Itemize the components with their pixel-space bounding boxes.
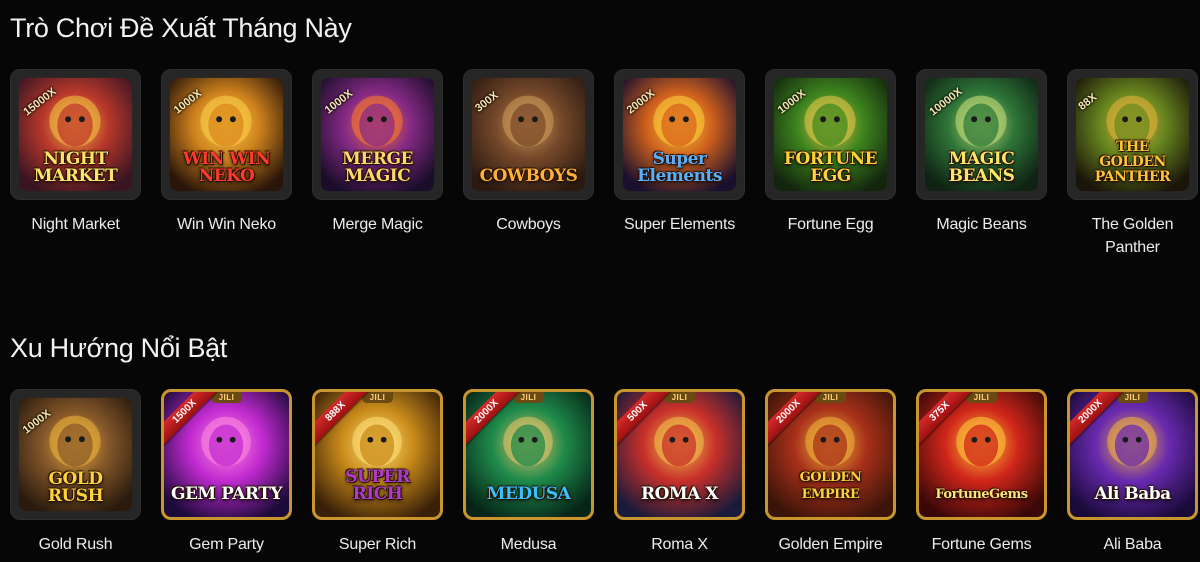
game-card-win-win-neko[interactable]: 1000X WIN WIN NEKO Win Win Neko xyxy=(161,69,292,259)
game-thumbnail[interactable]: JILI 2000X MEDUSA xyxy=(463,389,594,520)
game-thumbnail[interactable]: 1000X FORTUNE EGG xyxy=(765,69,896,200)
game-card-ali-baba[interactable]: JILI 2000X Ali Baba Ali Baba xyxy=(1067,389,1198,556)
game-title[interactable]: Win Win Neko xyxy=(161,213,292,236)
section-recommended: Trò Chơi Đề Xuất Tháng Này 15000X NIGHT MA… xyxy=(10,10,1198,256)
game-card-gold-rush[interactable]: 1000X GOLD RUSH Gold Rush xyxy=(10,389,141,556)
game-card-gem-party[interactable]: JILI 1500X GEM PARTY Gem Party xyxy=(161,389,292,556)
section-title: Xu Hướng Nổi Bật xyxy=(10,333,228,363)
game-card-merge-magic[interactable]: 1000X MERGE MAGIC Merge Magic xyxy=(312,69,443,259)
provider-badge: JILI xyxy=(512,392,545,403)
provider-badge: JILI xyxy=(1116,392,1149,403)
game-title[interactable]: Super Elements xyxy=(614,213,745,236)
game-logo: SUPER RICH xyxy=(345,467,410,504)
provider-badge: JILI xyxy=(814,392,847,403)
game-thumbnail[interactable]: 300X COWBOYS xyxy=(463,69,594,200)
game-card-fortune-egg[interactable]: 1000X FORTUNE EGG Fortune Egg xyxy=(765,69,896,259)
game-title[interactable]: Night Market xyxy=(10,213,141,236)
game-thumbnail[interactable]: 10000X MAGIC BEANS xyxy=(916,69,1047,200)
game-thumbnail[interactable]: JILI 375X FortuneGems xyxy=(916,389,1047,520)
game-card-medusa[interactable]: JILI 2000X MEDUSA Medusa xyxy=(463,389,594,556)
game-card-night-market[interactable]: 15000X NIGHT MARKET Night Market xyxy=(10,69,141,259)
game-logo: GOLD RUSH xyxy=(47,469,104,506)
game-card-super-rich[interactable]: JILI 888X SUPER RICH Super Rich xyxy=(312,389,443,556)
game-thumbnail[interactable]: 15000X NIGHT MARKET xyxy=(10,69,141,200)
game-logo: FORTUNE EGG xyxy=(783,149,878,186)
section-title: Trò Chơi Đề Xuất Tháng Này xyxy=(10,13,352,43)
game-card-magic-beans[interactable]: 10000X MAGIC BEANS Magic Beans xyxy=(916,69,1047,259)
game-title[interactable]: Medusa xyxy=(463,533,594,556)
game-logo: FortuneGems xyxy=(935,487,1028,502)
game-title[interactable]: The Golden Panther xyxy=(1067,213,1198,259)
game-logo: MERGE MAGIC xyxy=(342,149,413,186)
game-card-the-golden-panther[interactable]: 88X THE GOLDEN PANTHER The Golden Panther xyxy=(1067,69,1198,259)
game-logo: THE GOLDEN PANTHER xyxy=(1094,139,1171,185)
game-logo: Ali Baba xyxy=(1094,484,1171,504)
game-title[interactable]: Cowboys xyxy=(463,213,594,236)
game-logo: Super Elements xyxy=(637,149,722,186)
game-thumbnail[interactable]: JILI 500X ROMA X xyxy=(614,389,745,520)
provider-badge: JILI xyxy=(965,392,998,403)
game-thumbnail[interactable]: JILI 2000X Ali Baba xyxy=(1067,389,1198,520)
game-logo: COWBOYS xyxy=(479,166,578,186)
game-thumbnail[interactable]: 1000X MERGE MAGIC xyxy=(312,69,443,200)
game-title[interactable]: Super Rich xyxy=(312,533,443,556)
game-logo: GOLDEN EMPIRE xyxy=(799,470,862,502)
game-title[interactable]: Golden Empire xyxy=(765,533,896,556)
game-title[interactable]: Gold Rush xyxy=(10,533,141,556)
game-thumbnail[interactable]: 88X THE GOLDEN PANTHER xyxy=(1067,69,1198,200)
game-grid: 1000X GOLD RUSH Gold Rush JILI 1500X GEM PARTY… xyxy=(10,389,1198,556)
game-title[interactable]: Ali Baba xyxy=(1067,533,1198,556)
game-thumbnail[interactable]: JILI 1500X GEM PARTY xyxy=(161,389,292,520)
game-card-golden-empire[interactable]: JILI 2000X GOLDEN EMPIRE Golden Empire xyxy=(765,389,896,556)
game-logo: GEM PARTY xyxy=(170,484,283,504)
section-trending: Xu Hướng Nổi Bật 1000X GOLD RUSH Gold Rush J… xyxy=(10,330,1198,553)
game-card-roma-x[interactable]: JILI 500X ROMA X Roma X xyxy=(614,389,745,556)
provider-badge: JILI xyxy=(361,392,394,403)
game-title[interactable]: Fortune Gems xyxy=(916,533,1047,556)
game-thumbnail[interactable]: 1000X WIN WIN NEKO xyxy=(161,69,292,200)
game-title[interactable]: Fortune Egg xyxy=(765,213,896,236)
game-title[interactable]: Roma X xyxy=(614,533,745,556)
game-thumbnail[interactable]: 1000X GOLD RUSH xyxy=(10,389,141,520)
provider-badge: JILI xyxy=(210,392,243,403)
game-grid: 15000X NIGHT MARKET Night Market 1000X WIN WI… xyxy=(10,69,1198,259)
game-logo: ROMA X xyxy=(640,484,719,504)
game-title[interactable]: Merge Magic xyxy=(312,213,443,236)
game-card-super-elements[interactable]: 2000X Super Elements Super Elements xyxy=(614,69,745,259)
game-card-cowboys[interactable]: 300X COWBOYS Cowboys xyxy=(463,69,594,259)
game-logo: WIN WIN NEKO xyxy=(182,149,271,186)
game-thumbnail[interactable]: 2000X Super Elements xyxy=(614,69,745,200)
game-title[interactable]: Gem Party xyxy=(161,533,292,556)
game-card-fortune-gems[interactable]: JILI 375X FortuneGems Fortune Gems xyxy=(916,389,1047,556)
game-logo: MEDUSA xyxy=(486,484,571,504)
game-title[interactable]: Magic Beans xyxy=(916,213,1047,236)
game-logo: MAGIC BEANS xyxy=(948,149,1015,186)
game-thumbnail[interactable]: JILI 2000X GOLDEN EMPIRE xyxy=(765,389,896,520)
game-thumbnail[interactable]: JILI 888X SUPER RICH xyxy=(312,389,443,520)
provider-badge: JILI xyxy=(663,392,696,403)
game-logo: NIGHT MARKET xyxy=(33,149,118,186)
